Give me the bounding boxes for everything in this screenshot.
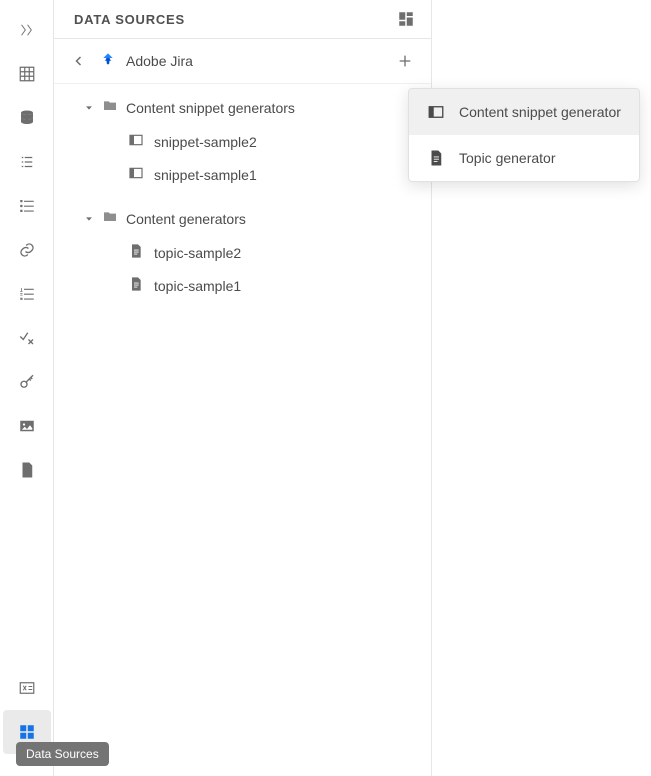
breadcrumb-source-name[interactable]: Adobe Jira [126, 53, 383, 69]
tree: Content snippet generators snippet-sampl… [54, 84, 431, 308]
chevron-down-icon [84, 100, 94, 116]
folder-icon [102, 209, 118, 228]
rail-key-button[interactable] [3, 360, 51, 404]
menu-item-label: Content snippet generator [459, 104, 621, 120]
media-icon [18, 417, 36, 435]
panel-icon [128, 132, 144, 151]
menu-item-label: Topic generator [459, 150, 556, 166]
dashboard-icon [397, 10, 415, 28]
panel-icon [427, 103, 445, 121]
data-sources-icon [18, 723, 36, 741]
variables-icon [18, 679, 36, 697]
tooltip: Data Sources [16, 742, 109, 766]
chevron-left-icon [73, 55, 85, 67]
expand-rail-button[interactable] [3, 8, 51, 52]
jira-icon [100, 52, 116, 71]
panel-title: DATA SOURCES [74, 12, 185, 27]
tree-item[interactable]: topic-sample1 [54, 269, 431, 302]
item-label: topic-sample1 [154, 278, 241, 294]
rail-media-button[interactable] [3, 404, 51, 448]
tree-item[interactable]: topic-sample2 [54, 236, 431, 269]
folder-label: Content snippet generators [126, 100, 295, 116]
rail-numbered-list-button[interactable] [3, 272, 51, 316]
data-sources-panel: DATA SOURCES Adobe Jira Content snippet … [54, 0, 432, 776]
tree-item[interactable]: snippet-sample1 [54, 158, 431, 191]
folder-icon [102, 98, 118, 117]
rail-templates-button[interactable] [3, 448, 51, 492]
menu-item-topic-generator[interactable]: Topic generator [409, 135, 639, 181]
file-icon [128, 243, 144, 262]
numbered-list-icon [18, 285, 36, 303]
panel-icon [128, 165, 144, 184]
chevron-down-icon [84, 211, 94, 227]
tree-folder[interactable]: Content snippet generators [54, 90, 431, 125]
rail-check-button[interactable] [3, 316, 51, 360]
rail-database-button[interactable] [3, 96, 51, 140]
plus-icon [397, 53, 413, 69]
rail-list-button[interactable] [3, 184, 51, 228]
item-label: snippet-sample2 [154, 134, 257, 150]
panel-layout-button[interactable] [397, 10, 415, 28]
add-generator-button[interactable] [393, 49, 417, 73]
outline-icon [18, 153, 36, 171]
breadcrumb-row: Adobe Jira [54, 39, 431, 84]
rail-grid-button[interactable] [3, 52, 51, 96]
tree-item[interactable]: snippet-sample2 [54, 125, 431, 158]
menu-item-content-snippet-generator[interactable]: Content snippet generator [409, 89, 639, 135]
left-rail [0, 0, 54, 776]
panel-header: DATA SOURCES [54, 0, 431, 39]
item-label: snippet-sample1 [154, 167, 257, 183]
link-icon [18, 241, 36, 259]
add-generator-menu: Content snippet generator Topic generato… [408, 88, 640, 182]
check-x-icon [18, 329, 36, 347]
tree-folder[interactable]: Content generators [54, 201, 431, 236]
item-label: topic-sample2 [154, 245, 241, 261]
rail-variables-button[interactable] [3, 666, 51, 710]
tooltip-text: Data Sources [26, 747, 99, 761]
database-icon [18, 109, 36, 127]
file-icon [128, 276, 144, 295]
template-icon [18, 461, 36, 479]
key-icon [18, 373, 36, 391]
chevrons-right-icon [18, 21, 36, 39]
folder-label: Content generators [126, 211, 246, 227]
rail-outline-button[interactable] [3, 140, 51, 184]
file-icon [427, 149, 445, 167]
breadcrumb-back-button[interactable] [68, 50, 90, 72]
grid-icon [18, 65, 36, 83]
rail-reuse-button[interactable] [3, 228, 51, 272]
list-icon [18, 197, 36, 215]
